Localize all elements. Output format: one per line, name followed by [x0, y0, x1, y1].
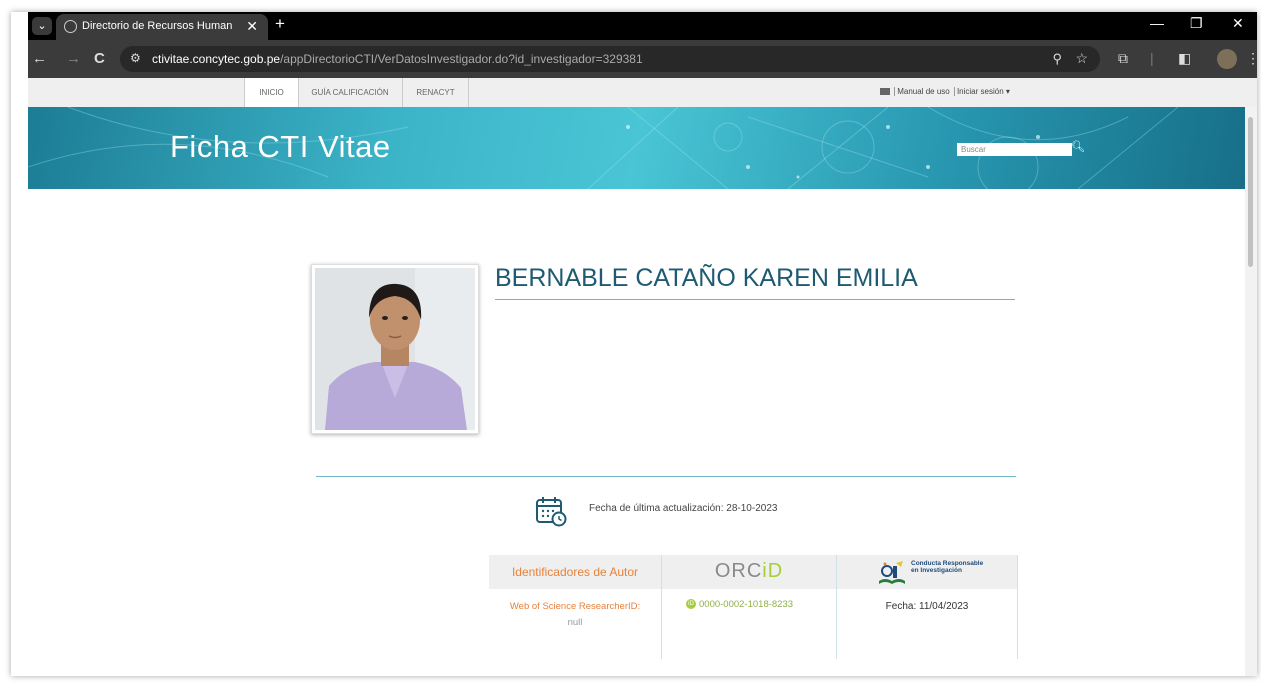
login-link[interactable]: Iniciar sesión ▾: [953, 87, 1010, 96]
orcid-link[interactable]: iD 0000-0002-1018-8233: [686, 599, 793, 610]
close-window-button[interactable]: ✕: [1232, 15, 1244, 32]
tab-bar: ⌄ Directorio de Recursos Humano ✕ + — ❐ …: [28, 12, 1257, 40]
menu-icon[interactable]: ⋮: [1246, 50, 1257, 67]
profile-photo: [311, 264, 479, 434]
search-input[interactable]: [957, 143, 1072, 156]
divider: |: [1150, 50, 1154, 66]
tab-search-button[interactable]: ⌄: [32, 17, 52, 35]
orcid-value: 0000-0002-1018-8233: [699, 599, 794, 610]
certification-date: Fecha: 11/04/2023: [885, 601, 969, 612]
zoom-icon[interactable]: ⚲: [1052, 51, 1062, 67]
wos-researcher-id-label: Web of Science ResearcherID:: [509, 601, 641, 612]
globe-icon: [64, 20, 77, 33]
reload-button[interactable]: C: [94, 50, 105, 67]
site-navigation: INICIO GUÍA CALIFICACIÓN RENACYT Manual …: [28, 78, 1257, 108]
new-tab-button[interactable]: +: [275, 14, 285, 34]
author-identifiers-title: Identificadores de Autor: [511, 565, 639, 579]
name-underline: [495, 299, 1015, 300]
orcid-column: ORCiD iD 0000-0002-1018-8233: [662, 555, 837, 659]
extensions-icon[interactable]: ⧉: [1118, 50, 1128, 67]
wos-researcher-id-value: null: [567, 617, 583, 628]
nav-user-links: Manual de uso Iniciar sesión ▾: [880, 87, 1012, 96]
responsible-research-logo-icon: [879, 561, 905, 584]
browser-tab[interactable]: Directorio de Recursos Humano ✕: [56, 14, 268, 40]
orcid-header: ORCiD: [662, 555, 836, 589]
scrollbar-thumb[interactable]: [1248, 117, 1253, 267]
header-banner: Ficha CTI Vitae 🔍︎: [28, 107, 1245, 189]
browser-toolbar: ← → C ⚙ ctivitae.concytec.gob.pe/appDire…: [28, 40, 1257, 78]
orcid-logo: ORCiD: [714, 560, 784, 582]
manual-link[interactable]: Manual de uso: [894, 87, 950, 96]
minimize-button[interactable]: —: [1150, 15, 1164, 31]
person-photo-illustration: [315, 268, 475, 430]
researcher-name: BERNABLE CATAÑO KAREN EMILIA: [495, 264, 918, 292]
back-button[interactable]: ←: [32, 50, 47, 67]
nav-renacyt[interactable]: RENACYT: [403, 78, 469, 107]
bookmark-star-icon[interactable]: ☆: [1075, 50, 1088, 67]
tab-title: Directorio de Recursos Humano: [82, 20, 232, 32]
profile-avatar[interactable]: [1217, 49, 1237, 69]
url-path: /appDirectorioCTI/VerDatosInvestigador.d…: [280, 52, 643, 66]
last-update-text: Fecha de última actualización: 28-10-202…: [589, 503, 778, 514]
page-heading: Ficha CTI Vitae: [170, 129, 391, 164]
browser-window: ⌄ Directorio de Recursos Humano ✕ + — ❐ …: [11, 12, 1257, 676]
section-divider: [316, 476, 1016, 477]
responsible-research-logo-text: Conducta Responsable en Investigación: [911, 560, 984, 574]
responsible-research-header: Conducta Responsable en Investigación: [837, 555, 1017, 589]
orcid-icon: iD: [686, 599, 696, 610]
url-text: ctivitae.concytec.gob.pe/appDirectorioCT…: [152, 52, 643, 66]
url-domain: ctivitae.concytec.gob.pe: [152, 52, 281, 66]
search-icon[interactable]: 🔍︎: [1071, 140, 1085, 153]
side-panel-icon[interactable]: ◧: [1178, 50, 1191, 67]
nav-guia-calificacion[interactable]: GUÍA CALIFICACIÓN: [298, 78, 403, 107]
page-scrollbar[interactable]: [1245, 107, 1257, 676]
author-identifiers-column: Identificadores de Autor Web of Science …: [489, 555, 662, 659]
tab-close-icon[interactable]: ✕: [246, 18, 258, 35]
author-identifiers-header: Identificadores de Autor: [489, 555, 661, 589]
restore-button[interactable]: ❐: [1190, 15, 1203, 32]
forward-button[interactable]: →: [66, 50, 81, 67]
nav-inicio[interactable]: INICIO: [244, 78, 299, 107]
calendar-icon: [536, 497, 567, 527]
responsible-research-column: Conducta Responsable en Investigación Fe…: [837, 555, 1018, 659]
mail-icon: [880, 88, 890, 96]
site-info-icon[interactable]: ⚙: [130, 51, 141, 65]
address-bar[interactable]: ⚙ ctivitae.concytec.gob.pe/appDirectorio…: [120, 46, 1100, 72]
